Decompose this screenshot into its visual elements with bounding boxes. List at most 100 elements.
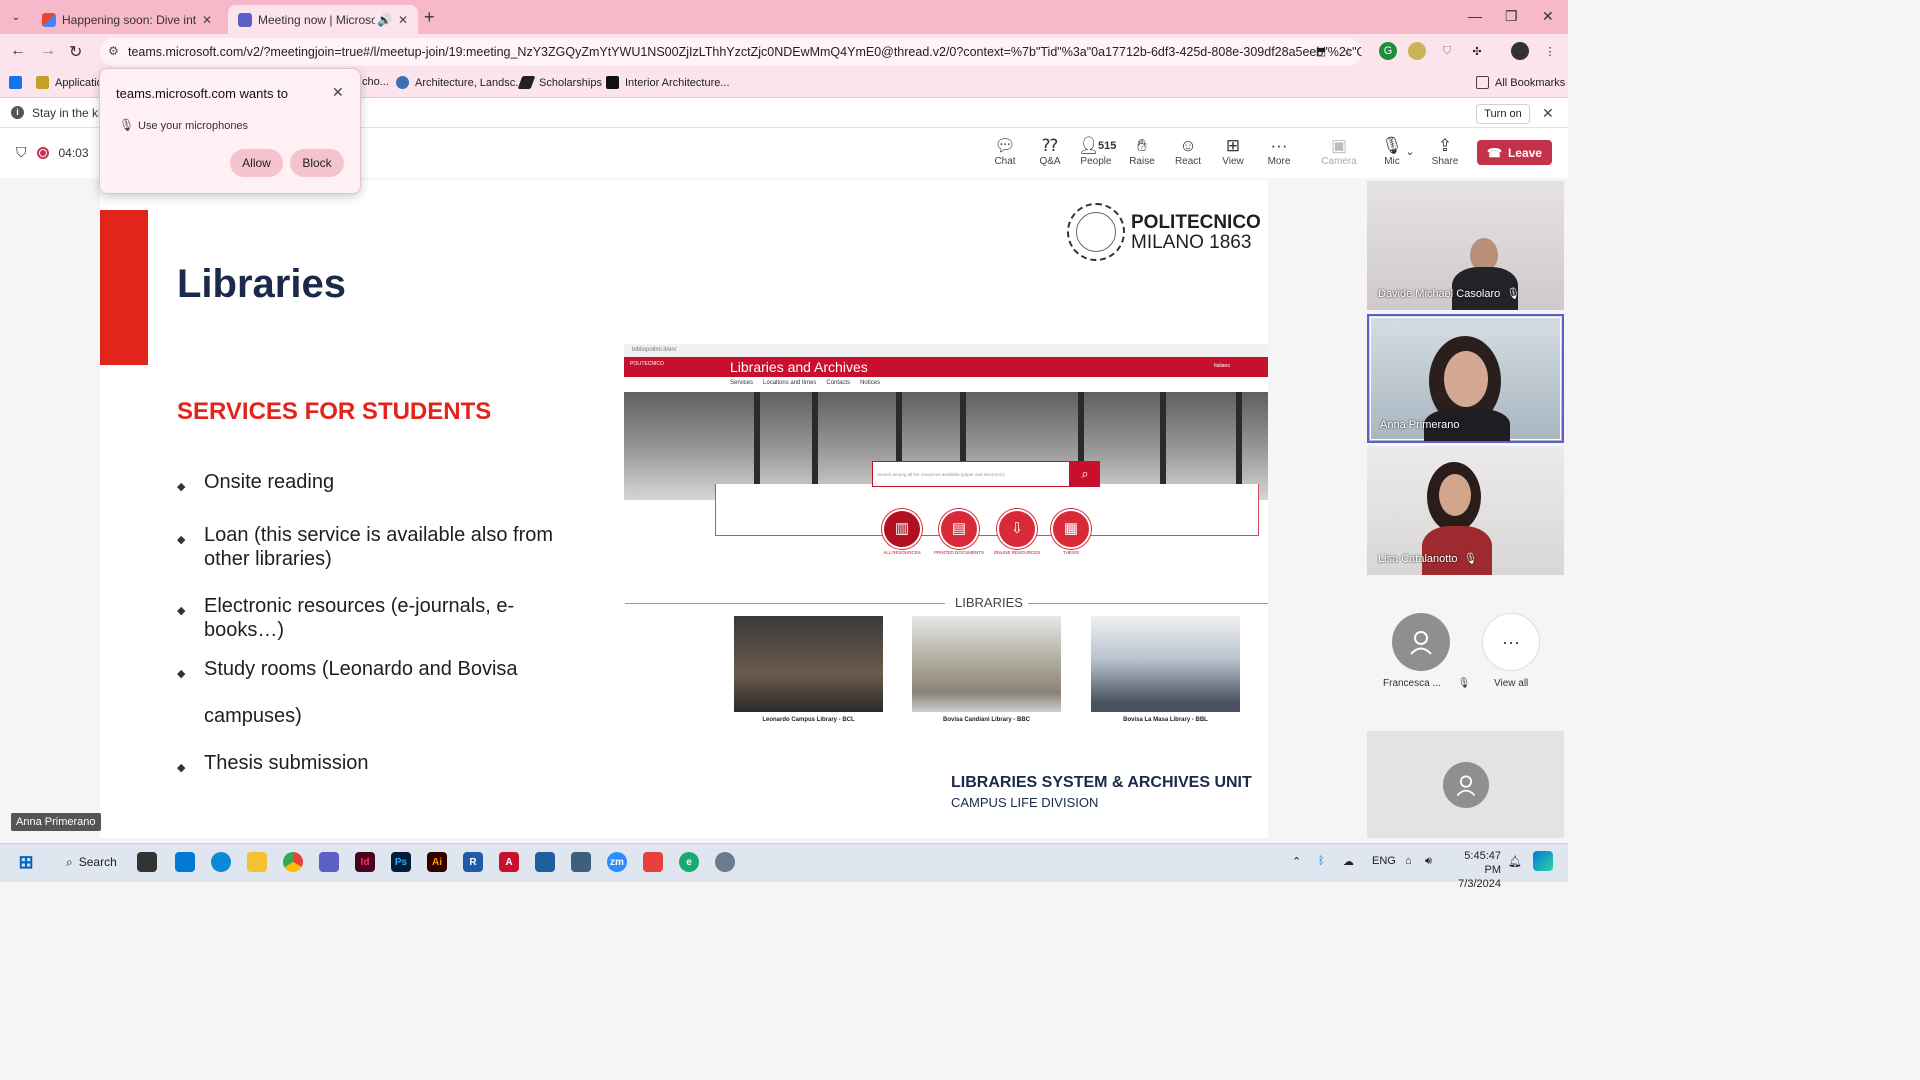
grammarly-extension-icon[interactable]: G [1379,42,1397,60]
view-button[interactable]: ⊞ View [1211,136,1255,167]
icon-label: THESIS [1062,550,1080,555]
participant-tile[interactable]: Lisa Catalanotto 🎙︎ [1367,446,1564,575]
teams-icon [238,12,252,27]
participant-tile[interactable]: Davide Michael Casolaro 🎙︎ [1367,181,1564,310]
participant-name: Anna Primerano [1380,419,1460,431]
illustrator-icon[interactable]: Ai [427,852,447,872]
bookmark-scholarships[interactable]: Scholarships [517,76,602,89]
raise-hand-button[interactable]: ✋︎ Raise [1120,136,1164,167]
copilot-icon[interactable] [1533,851,1553,871]
show-hidden-icons-icon[interactable]: ⌃ [1292,855,1301,868]
onedrive-icon[interactable]: ☁ [1343,855,1354,868]
library-photo-bcl [734,616,883,712]
extensions-puzzle-icon[interactable]: ✣ [1468,42,1486,60]
shield-extension-icon[interactable]: ⛉ [1438,42,1456,60]
language-indicator[interactable]: ENG [1372,855,1396,867]
hand-icon: ✋︎ [1137,136,1147,155]
leave-button[interactable]: ☎ Leave [1477,140,1552,165]
app-e-icon[interactable]: e [679,852,699,872]
sketchup-icon[interactable] [535,852,555,872]
app-icon[interactable] [571,852,591,872]
printed-documents-icon: ▤ [939,509,979,549]
edge-icon[interactable] [211,852,231,872]
forward-icon[interactable]: → [40,42,56,60]
site-search-icon: ⌕ [1070,461,1100,487]
tab-meeting-now[interactable]: Meeting now | Microsoft Te 🔊 ✕ [228,5,418,34]
taskbar-search[interactable]: ⌕ Search [56,849,126,875]
browser-menu-icon[interactable]: ⋮ [1541,42,1559,60]
participant-name: Lisa Catalanotto 🎙︎ [1378,552,1478,566]
bookmark-applicatio[interactable]: Applicatio [36,76,103,89]
revit-icon[interactable]: R [463,852,483,872]
all-bookmarks[interactable]: All Bookmarks [1476,76,1565,89]
library-photo-bbc [912,616,1061,712]
recording-icon [36,146,49,159]
close-tab-icon[interactable]: ✕ [202,13,212,27]
view-all-label: View all [1494,678,1529,689]
close-tab-icon[interactable]: ✕ [398,13,408,27]
new-tab-icon[interactable]: + [424,7,435,28]
react-button[interactable]: ☺ React [1166,136,1210,167]
globe-icon [396,76,409,89]
qa-button[interactable]: ⁇ Q&A [1028,136,1072,167]
site-header [624,357,1268,377]
tab-title: Happening soon: Dive into Cam [62,12,196,27]
extension-icon[interactable] [1408,42,1426,60]
reload-icon[interactable]: ↻ [69,42,82,62]
speaker-icon[interactable]: 🔊 [377,13,392,27]
bookmark-cho[interactable]: cho... [362,76,389,88]
back-icon[interactable]: ← [10,42,26,60]
share-button[interactable]: ⇪ Share [1423,136,1467,167]
network-icon[interactable]: ⌂ [1405,855,1412,867]
notification-bell-icon[interactable]: 🔔︎ [1508,855,1522,868]
turn-on-button[interactable]: Turn on [1476,104,1530,124]
site-info-icon[interactable]: ⚙ [108,44,119,58]
volume-icon[interactable]: 🔊︎ [1425,855,1432,868]
autocad-icon[interactable]: A [499,852,519,872]
file-explorer-icon[interactable] [247,852,267,872]
participant-avatar-francesca[interactable] [1392,613,1450,671]
smiley-icon: ☺ [1179,136,1197,155]
bookmark-architecture[interactable]: Architecture, Landsc... [396,76,524,89]
polimi-seal-icon [1067,203,1125,261]
participant-tile-active-speaker[interactable]: Anna Primerano [1367,314,1564,443]
bluetooth-icon[interactable]: ᛒ [1318,855,1325,867]
indesign-icon[interactable]: Id [355,852,375,872]
online-resources-icon: ⇩ [997,509,1037,549]
teams-taskbar-icon[interactable] [319,852,339,872]
chat-icon: 💬︎ [994,136,1016,155]
task-view-icon[interactable] [137,852,157,872]
tab-happening-soon[interactable]: Happening soon: Dive into Cam ✕ [32,5,224,34]
more-button[interactable]: ··· More [1257,136,1301,167]
close-popup-icon[interactable]: ✕ [332,84,344,101]
more-dots-icon: ··· [1270,136,1288,155]
allow-button[interactable]: Allow [230,149,283,177]
install-app-icon[interactable]: ⬒ [1312,42,1330,60]
camera-button[interactable]: ▣ Camera [1317,136,1361,167]
bookmark-star-icon[interactable]: ☆ [1339,42,1357,60]
photoshop-icon[interactable]: Ps [391,852,411,872]
gmail-icon [42,12,56,27]
settings-icon[interactable] [715,852,735,872]
close-infobar-icon[interactable]: ✕ [1542,105,1554,122]
app-icon[interactable] [643,852,663,872]
chrome-icon[interactable] [283,852,303,872]
close-window-icon[interactable]: ✕ [1542,8,1554,25]
library-photo-bbl [1091,616,1240,712]
windows-start-icon[interactable]: ⊞ [16,852,36,872]
tab-search-dropdown-icon[interactable]: ⌄ [6,8,26,26]
address-bar[interactable]: teams.microsoft.com/v2/?meetingjoin=true… [100,38,1362,66]
zoom-icon[interactable]: zm [607,852,627,872]
view-all-button[interactable]: ··· [1482,613,1540,671]
widgets-icon[interactable] [175,852,195,872]
restore-icon[interactable]: ❐ [1505,8,1518,25]
camera-off-icon: ▣ [1330,136,1348,155]
minimize-icon[interactable]: — [1468,8,1482,24]
bookmark-interior-architecture[interactable]: Interior Architecture... [606,76,730,89]
bookmark-apps-icon[interactable] [9,76,28,89]
mic-options-chevron-icon[interactable]: ⌄ [1400,142,1420,162]
taskbar-clock[interactable]: 5:45:47 PM 7/3/2024 [1457,849,1501,891]
chat-button[interactable]: 💬︎ Chat [983,136,1027,167]
block-button[interactable]: Block [290,149,344,177]
profile-avatar-icon[interactable] [1511,42,1529,60]
